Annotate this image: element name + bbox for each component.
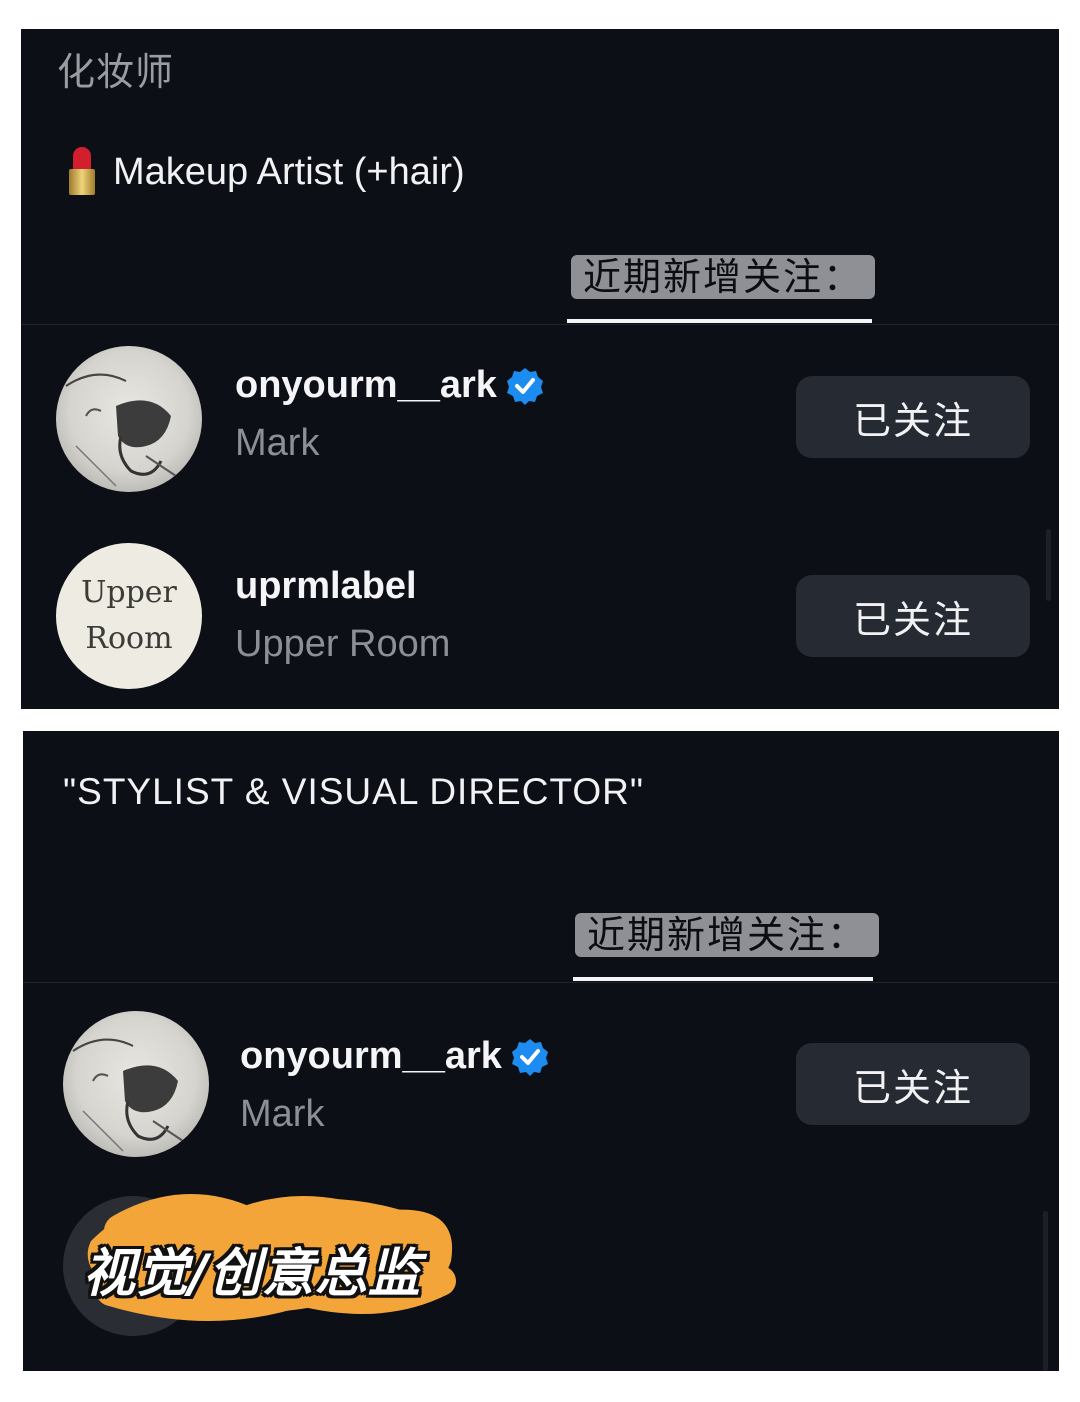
screenshot-panel-makeup: 化妆师 Makeup Artist (+hair) 近期新增关注： onyour… bbox=[21, 29, 1059, 709]
username[interactable]: onyourm__ark bbox=[240, 1035, 550, 1078]
sketch-portrait-icon bbox=[72, 1038, 184, 1152]
scrollbar[interactable] bbox=[1043, 1211, 1048, 1371]
divider bbox=[21, 324, 1059, 325]
screenshot-panel-stylist: "STYLIST & VISUAL DIRECTOR" 近期新增关注： onyo… bbox=[23, 731, 1059, 1371]
recent-follows-label: 近期新增关注： bbox=[571, 255, 876, 299]
bio-text: "STYLIST & VISUAL DIRECTOR" bbox=[63, 771, 645, 812]
verified-badge-icon bbox=[511, 1038, 548, 1076]
tab-underline bbox=[573, 977, 873, 981]
following-button[interactable]: 已关注 bbox=[796, 575, 1030, 657]
avatar[interactable] bbox=[56, 346, 202, 492]
account-row[interactable]: onyourm__ark Mark 已关注 bbox=[21, 344, 1059, 504]
profile-bio: Makeup Artist (+hair) bbox=[61, 147, 465, 197]
verified-badge-icon bbox=[506, 367, 543, 405]
following-button[interactable]: 已关注 bbox=[796, 1043, 1030, 1125]
following-button[interactable]: 已关注 bbox=[796, 376, 1030, 458]
lipstick-icon bbox=[61, 147, 103, 197]
username-text: uprmlabel bbox=[235, 565, 417, 607]
avatar-text: Upper bbox=[81, 575, 177, 610]
account-row[interactable]: Upper Room uprmlabel Upper Room 已关注 bbox=[21, 541, 1059, 701]
divider bbox=[23, 982, 1059, 983]
username-text: onyourm__ark bbox=[235, 364, 497, 406]
overlay-caption: 视觉/创意总监 bbox=[83, 1244, 421, 1304]
sketch-portrait-icon bbox=[65, 373, 177, 487]
username[interactable]: onyourm__ark bbox=[235, 364, 545, 407]
display-name: Mark bbox=[240, 1093, 325, 1135]
caption-makeup-artist: 化妆师 bbox=[57, 52, 175, 94]
username-text: onyourm__ark bbox=[240, 1035, 502, 1077]
username[interactable]: uprmlabel bbox=[235, 565, 417, 608]
avatar[interactable]: Upper Room bbox=[56, 543, 202, 689]
display-name: Mark bbox=[235, 422, 320, 464]
recent-follows-label: 近期新增关注： bbox=[575, 913, 880, 957]
account-row[interactable]: onyourm__ark Mark 已关注 bbox=[23, 1011, 1059, 1171]
tab-underline bbox=[567, 319, 872, 323]
scrollbar[interactable] bbox=[1046, 529, 1051, 601]
display-name: Upper Room bbox=[235, 623, 451, 665]
bio-text: Makeup Artist (+hair) bbox=[113, 150, 465, 193]
avatar-text: Room bbox=[85, 621, 173, 656]
avatar[interactable] bbox=[63, 1011, 209, 1157]
